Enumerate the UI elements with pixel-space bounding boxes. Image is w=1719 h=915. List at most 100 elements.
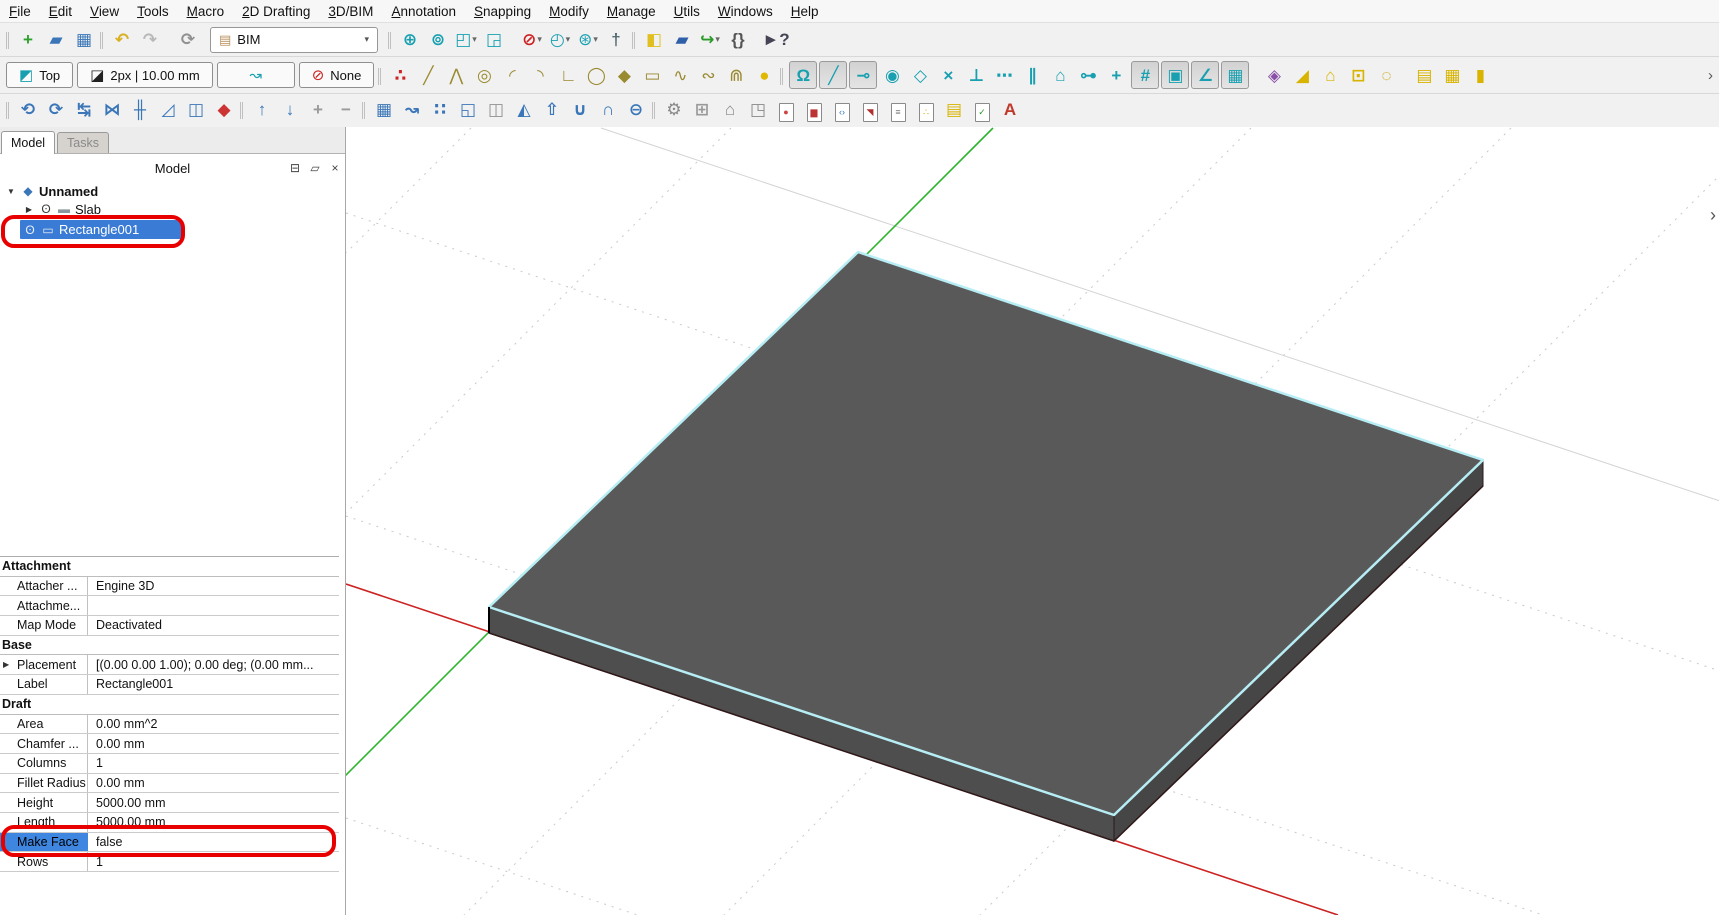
cut-icon[interactable]: ⊖ bbox=[623, 97, 649, 123]
refresh-icon[interactable]: ⟳ bbox=[175, 27, 201, 53]
export-icon[interactable]: ↪▾ bbox=[697, 27, 723, 53]
draft-point-cloud-icon[interactable]: ∴ bbox=[387, 62, 413, 88]
property-row-height[interactable]: Height5000.00 mm bbox=[0, 793, 339, 813]
move-to-group-icon[interactable]: ◫ bbox=[483, 97, 509, 123]
mirror-icon[interactable]: ◭ bbox=[511, 97, 537, 123]
property-row-chamfer[interactable]: Chamfer ...0.00 mm bbox=[0, 734, 339, 754]
property-value[interactable]: 5000.00 mm bbox=[88, 813, 339, 832]
menu-item-3d-bim[interactable]: 3D/BIM bbox=[319, 2, 382, 21]
draft-rotate-icon[interactable]: ⟲ bbox=[15, 97, 41, 123]
property-row-rows[interactable]: Rows1 bbox=[0, 852, 339, 872]
property-value[interactable]: Deactivated bbox=[88, 616, 339, 635]
property-name[interactable]: Attacher ... bbox=[0, 577, 88, 596]
draft-line-icon[interactable]: ╱ bbox=[415, 62, 441, 88]
menu-item-2d-drafting[interactable]: 2D Drafting bbox=[233, 2, 319, 21]
array-icon[interactable]: ▦ bbox=[371, 97, 397, 123]
property-name[interactable]: Length bbox=[0, 813, 88, 832]
draft-trimex-icon[interactable]: ↹ bbox=[71, 97, 97, 123]
property-value[interactable] bbox=[88, 596, 339, 615]
bim-box-icon[interactable]: ◧ bbox=[641, 27, 667, 53]
new-document-icon[interactable]: + bbox=[15, 27, 41, 53]
property-value[interactable]: 0.00 mm bbox=[88, 774, 339, 793]
property-name[interactable]: ▶Placement bbox=[0, 655, 88, 674]
menu-item-tools[interactable]: Tools bbox=[128, 2, 178, 21]
upgrade-icon[interactable]: ↑ bbox=[249, 97, 275, 123]
draft-arc-icon[interactable]: ◜ bbox=[499, 62, 525, 88]
property-name[interactable]: Columns bbox=[0, 754, 88, 773]
clone-icon[interactable]: ◱ bbox=[455, 97, 481, 123]
toolbar-drag-handle[interactable] bbox=[6, 32, 9, 49]
tree-item-slab[interactable]: ▶ ʘ ▬ Slab bbox=[0, 200, 345, 218]
bim-level-icon[interactable]: ⊡ bbox=[1345, 62, 1371, 88]
draft-arc-3points-icon[interactable]: ◝ bbox=[527, 62, 553, 88]
property-name[interactable]: Chamfer ... bbox=[0, 734, 88, 753]
extrude-icon[interactable]: ⇧ bbox=[539, 97, 565, 123]
render-view-doc-icon[interactable]: ● bbox=[773, 100, 799, 126]
bim-folder-icon[interactable]: ▰ bbox=[669, 27, 695, 53]
snap-endpoint-icon[interactable]: ╱ bbox=[819, 61, 847, 89]
toolbar-drag-handle[interactable] bbox=[780, 68, 783, 85]
menu-item-modify[interactable]: Modify bbox=[540, 2, 598, 21]
draft-circle-icon[interactable]: ◎ bbox=[471, 62, 497, 88]
bim-site-icon[interactable]: ◢ bbox=[1289, 62, 1315, 88]
property-name[interactable]: Make Face bbox=[0, 833, 88, 852]
menu-item-annotation[interactable]: Annotation bbox=[382, 2, 465, 21]
snap-angle-icon[interactable]: ◇ bbox=[907, 62, 933, 88]
snap-extension-icon[interactable]: ⋯ bbox=[991, 62, 1017, 88]
remove-component-icon[interactable]: − bbox=[333, 97, 359, 123]
property-name[interactable]: Rows bbox=[0, 852, 88, 871]
draft-fillet-icon[interactable]: ∟ bbox=[555, 62, 581, 88]
expressions-icon[interactable]: {} bbox=[725, 27, 751, 53]
redo-icon[interactable]: ↷ bbox=[137, 27, 163, 53]
property-value[interactable]: [(0.00 0.00 1.00); 0.00 deg; (0.00 mm... bbox=[88, 655, 339, 674]
draft-polyline-icon[interactable]: ⋀ bbox=[443, 62, 469, 88]
toolbar-drag-handle[interactable] bbox=[378, 68, 381, 85]
workbench-selector[interactable]: ▤ BIM ▾ bbox=[210, 27, 378, 53]
property-row-make-face[interactable]: Make Facefalse bbox=[0, 833, 339, 853]
property-row-columns[interactable]: Columns1 bbox=[0, 754, 339, 774]
isometric-view-icon[interactable]: ◰▾ bbox=[453, 27, 479, 53]
snap-dimensions-icon[interactable]: ∠ bbox=[1191, 61, 1219, 89]
menu-item-file[interactable]: File bbox=[0, 2, 40, 21]
draft-stretch-icon[interactable]: ◫ bbox=[183, 97, 209, 123]
chart-doc-icon[interactable]: ▆ bbox=[801, 100, 827, 126]
draft-cubic-bezier-icon[interactable]: ⋒ bbox=[723, 62, 749, 88]
draft-edit-icon[interactable]: ◆ bbox=[211, 97, 237, 123]
property-section-attachment[interactable]: Attachment bbox=[0, 557, 339, 577]
menu-item-view[interactable]: View bbox=[81, 2, 128, 21]
chevron-expanded-icon[interactable]: ▼ bbox=[5, 187, 17, 196]
undo-icon[interactable]: ↶ bbox=[109, 27, 135, 53]
draft-offset-icon[interactable]: ⟳ bbox=[43, 97, 69, 123]
toolbar-drag-handle[interactable] bbox=[388, 32, 391, 49]
snap-lock-icon[interactable]: Ω bbox=[789, 61, 817, 89]
property-section-draft[interactable]: Draft bbox=[0, 695, 339, 715]
draft-rectangle-icon[interactable]: ▭ bbox=[639, 62, 665, 88]
draft-split-icon[interactable]: ╫ bbox=[127, 97, 153, 123]
schedule-icon[interactable]: ▤ bbox=[941, 97, 967, 123]
toolbar-drag-handle[interactable] bbox=[632, 32, 635, 49]
property-row-map-mode[interactable]: Map ModeDeactivated bbox=[0, 616, 339, 636]
menu-item-manage[interactable]: Manage bbox=[598, 2, 665, 21]
bim-wall-icon[interactable]: ▤ bbox=[1411, 62, 1437, 88]
snap-working-grid-icon[interactable]: ▦ bbox=[1221, 61, 1249, 89]
checklist-doc-icon[interactable]: ✓ bbox=[969, 100, 995, 126]
dock-close-icon[interactable]: × bbox=[325, 161, 345, 175]
menu-item-help[interactable]: Help bbox=[782, 2, 828, 21]
draft-scale-icon[interactable]: ◿ bbox=[155, 97, 181, 123]
property-row-area[interactable]: Area0.00 mm^2 bbox=[0, 715, 339, 735]
property-name[interactable]: Attachme... bbox=[0, 596, 88, 615]
draft-point-icon[interactable]: ● bbox=[751, 62, 777, 88]
fit-all-icon[interactable]: ⊕ bbox=[397, 27, 423, 53]
zoom-tools-icon[interactable]: ⊛▾ bbox=[575, 27, 601, 53]
property-section-base[interactable]: Base bbox=[0, 636, 339, 656]
property-value[interactable]: false bbox=[88, 833, 339, 852]
open-document-icon[interactable]: ▰ bbox=[43, 27, 69, 53]
property-value[interactable]: 1 bbox=[88, 852, 339, 871]
menu-item-macro[interactable]: Macro bbox=[178, 2, 234, 21]
toolbar-overflow-icon[interactable]: › bbox=[1708, 67, 1715, 84]
box-zoom-icon[interactable]: ⊚ bbox=[425, 27, 451, 53]
chevron-collapsed-icon[interactable]: ▶ bbox=[3, 660, 9, 669]
navigation-stop-icon[interactable]: ⊘▾ bbox=[519, 27, 545, 53]
viewport-3d[interactable]: › bbox=[346, 127, 1719, 915]
view-window-icon[interactable]: ◲ bbox=[481, 27, 507, 53]
